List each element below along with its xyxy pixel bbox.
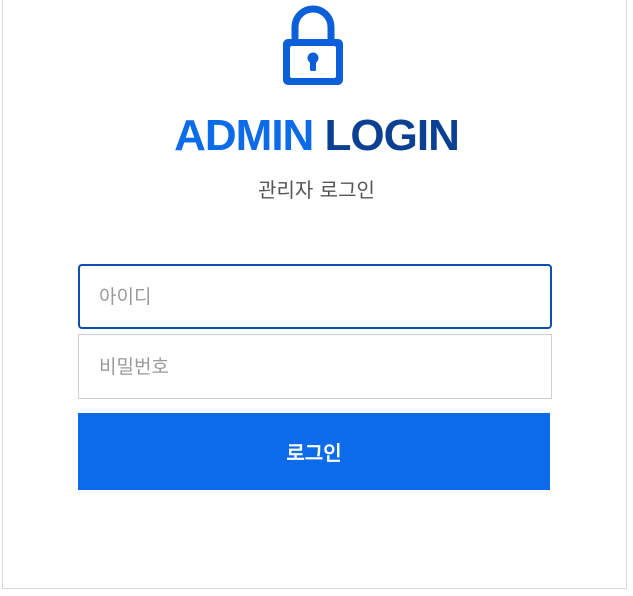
userid-input[interactable] <box>78 264 552 329</box>
password-input[interactable] <box>78 334 552 399</box>
lock-icon <box>283 5 343 85</box>
title-login: LOGIN <box>324 111 460 160</box>
login-button[interactable]: 로그인 <box>78 413 550 490</box>
title-admin: ADMIN <box>174 111 314 160</box>
page-subtitle: 관리자 로그인 <box>258 178 375 202</box>
page-title: ADMIN LOGIN <box>0 108 633 164</box>
